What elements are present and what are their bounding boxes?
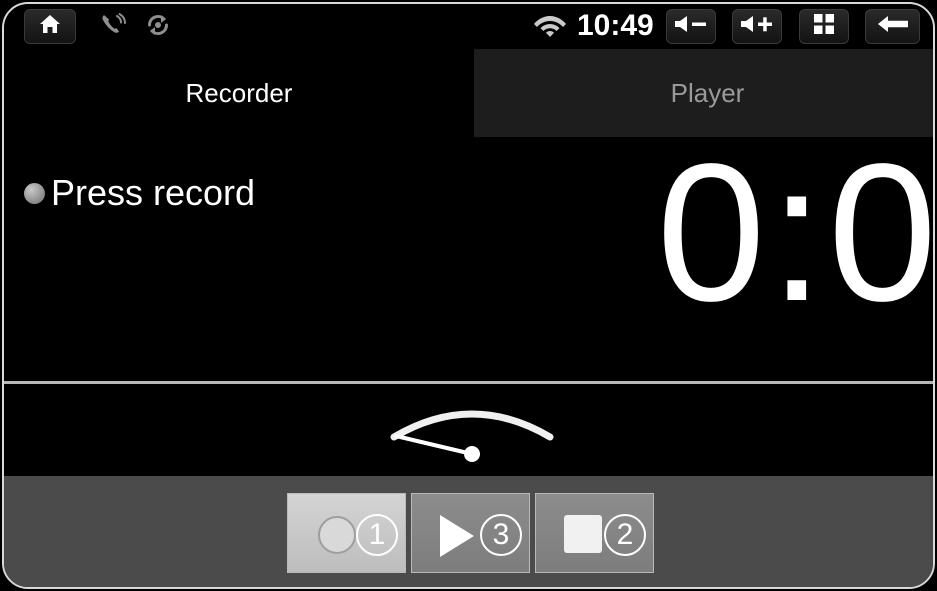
tab-recorder[interactable]: Recorder [4, 49, 474, 137]
record-circle-icon [318, 516, 356, 554]
device-frame: 10:49 Recorder Player Press record 0:0 1… [2, 2, 935, 589]
play-triangle-icon [440, 515, 474, 557]
status-bar: 10:49 [4, 4, 933, 49]
home-icon [38, 12, 62, 41]
stop-button-badge: 2 [604, 514, 646, 556]
home-button[interactable] [24, 9, 76, 44]
apps-grid-icon [813, 13, 835, 40]
phone-call-button[interactable] [92, 12, 132, 42]
recording-status-dot [24, 182, 45, 204]
wifi-icon [533, 12, 567, 43]
apps-grid-button[interactable] [799, 9, 849, 44]
tab-player-label: Player [670, 77, 745, 108]
status-message: Press record [51, 172, 256, 213]
status-row: Press record [24, 175, 255, 211]
volume-down-button[interactable] [666, 9, 716, 44]
play-button[interactable]: 3 [411, 493, 530, 573]
vu-meter [4, 384, 933, 476]
stop-square-icon [564, 515, 602, 553]
volume-down-icon [672, 13, 710, 40]
sync-refresh-icon [144, 11, 172, 44]
record-button-inner: 1 [288, 494, 405, 572]
volume-up-button[interactable] [732, 9, 782, 44]
record-button[interactable]: 1 [287, 493, 406, 573]
record-button-badge: 1 [356, 514, 398, 556]
recorder-display: Press record 0:0 [4, 123, 935, 382]
back-button[interactable] [865, 9, 920, 44]
vu-meter-graphic [390, 410, 554, 462]
wifi-indicator [532, 14, 568, 40]
transport-toolbar: 1 3 2 [4, 476, 933, 587]
stop-button-inner: 2 [536, 494, 653, 572]
tab-recorder-label: Recorder [185, 77, 293, 108]
play-button-badge: 3 [480, 514, 522, 556]
back-arrow-icon [877, 13, 909, 40]
screenshot-root: 10:49 Recorder Player Press record 0:0 1… [0, 0, 937, 591]
stop-button[interactable]: 2 [535, 493, 654, 573]
phone-call-icon [98, 11, 126, 44]
elapsed-timer: 0:0 [656, 123, 935, 342]
sync-button[interactable] [138, 12, 178, 42]
status-clock: 10:49 [577, 9, 654, 42]
play-button-inner: 3 [412, 494, 529, 572]
volume-up-icon [738, 13, 776, 40]
